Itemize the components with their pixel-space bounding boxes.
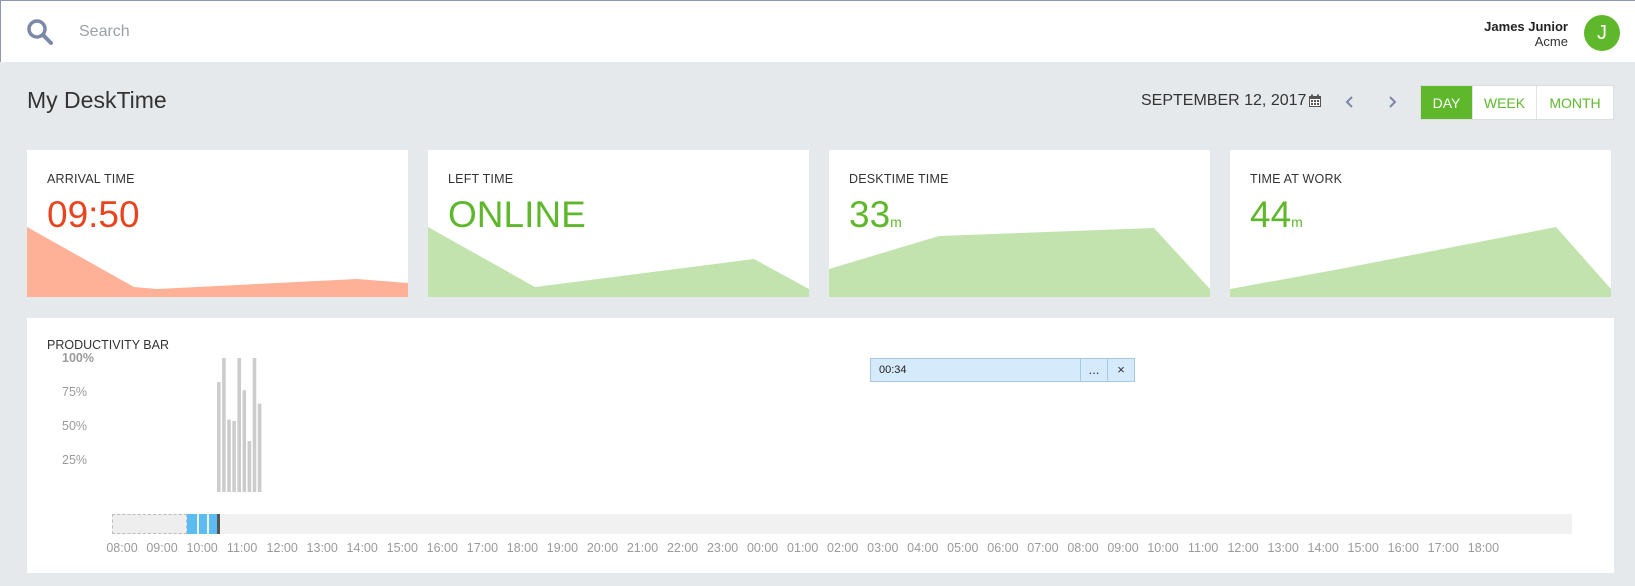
search-icon[interactable] bbox=[26, 18, 53, 45]
search-input[interactable] bbox=[79, 19, 379, 45]
productivity-bar[interactable] bbox=[257, 403, 262, 492]
x-tick-label: 04:00 bbox=[907, 541, 939, 555]
user-info[interactable]: James Junior Acme bbox=[1484, 19, 1568, 49]
x-tick-label: 08:00 bbox=[1067, 541, 1099, 555]
time-tooltip: 00:34 ... × bbox=[870, 358, 1135, 382]
productivity-bar[interactable] bbox=[232, 421, 236, 492]
x-tick-label: 21:00 bbox=[626, 541, 659, 555]
tab-month[interactable]: MONTH bbox=[1536, 86, 1613, 119]
productivity-bar[interactable] bbox=[222, 358, 226, 492]
x-tick-label: 18:00 bbox=[506, 541, 539, 555]
x-tick-label: 09:00 bbox=[1107, 541, 1139, 555]
x-tick-label: 03:00 bbox=[867, 541, 899, 555]
x-tick-label: 23:00 bbox=[706, 541, 739, 555]
card-label: TIME AT WORK bbox=[1250, 172, 1343, 186]
x-tick-label: 22:00 bbox=[666, 541, 699, 555]
page-title: My DeskTime bbox=[27, 87, 167, 113]
activity-segment[interactable] bbox=[187, 514, 197, 534]
x-tick-label: 15:00 bbox=[1347, 541, 1379, 555]
productivity-panel: PRODUCTIVITY BAR 100% 75% 50% 25% 08:00 0… bbox=[27, 318, 1614, 573]
x-tick-label: 16:00 bbox=[1387, 541, 1419, 555]
card-arrival-time: ARRIVAL TIME 09:50 bbox=[27, 150, 408, 297]
date-label[interactable]: SEPTEMBER 12, 2017 bbox=[1141, 92, 1306, 110]
time-at-work-sparkline bbox=[1230, 227, 1611, 297]
close-button[interactable]: × bbox=[1107, 359, 1134, 381]
productivity-bar[interactable] bbox=[217, 382, 221, 492]
activity-segment[interactable] bbox=[209, 514, 217, 534]
x-tick-label: 17:00 bbox=[1427, 541, 1459, 555]
productivity-bar[interactable] bbox=[247, 441, 252, 492]
chevron-right-icon[interactable] bbox=[1383, 92, 1401, 112]
tooltip-time: 00:34 bbox=[879, 364, 907, 376]
chevron-left-icon[interactable] bbox=[1341, 92, 1359, 112]
x-tick-label: 10:00 bbox=[1147, 541, 1179, 555]
x-tick-label: 10:00 bbox=[186, 541, 218, 555]
tab-week[interactable]: WEEK bbox=[1472, 86, 1536, 119]
card-left-time: LEFT TIME ONLINE bbox=[428, 150, 809, 297]
x-tick-label: 05:00 bbox=[947, 541, 979, 555]
x-tick-label: 13:00 bbox=[1267, 541, 1299, 555]
x-tick-label: 19:00 bbox=[546, 541, 579, 555]
x-tick-label: 13:00 bbox=[306, 541, 338, 555]
left-time-sparkline bbox=[428, 227, 809, 297]
desktime-sparkline bbox=[829, 228, 1210, 297]
x-tick-label: 16:00 bbox=[426, 541, 458, 555]
card-time-at-work: TIME AT WORK 44m bbox=[1230, 150, 1611, 297]
avatar[interactable]: J bbox=[1584, 15, 1620, 51]
card-label: LEFT TIME bbox=[448, 172, 514, 186]
idle-segment bbox=[112, 514, 187, 534]
x-tick-label: 12:00 bbox=[266, 541, 298, 555]
productivity-bar[interactable] bbox=[227, 419, 231, 492]
activity-segment[interactable] bbox=[199, 514, 207, 534]
card-label: DESKTIME TIME bbox=[849, 172, 949, 186]
x-tick-label: 12:00 bbox=[1227, 541, 1259, 555]
x-tick-label: 08:00 bbox=[106, 541, 138, 555]
view-switcher: DAY WEEK MONTH bbox=[1420, 85, 1614, 120]
productivity-timeline[interactable] bbox=[112, 514, 1572, 534]
x-tick-label: 17:00 bbox=[466, 541, 499, 555]
x-tick-label: 01:00 bbox=[787, 541, 819, 555]
x-tick-label: 09:00 bbox=[146, 541, 178, 555]
productivity-bar[interactable] bbox=[252, 358, 257, 492]
tab-day[interactable]: DAY bbox=[1421, 86, 1472, 119]
x-tick-label: 07:00 bbox=[1027, 541, 1059, 555]
x-tick-label: 18:00 bbox=[1467, 541, 1500, 555]
top-bar: James Junior Acme J bbox=[0, 0, 1635, 62]
productivity-bar[interactable] bbox=[237, 358, 241, 492]
calendar-icon[interactable] bbox=[1308, 94, 1322, 108]
x-tick-label: 15:00 bbox=[386, 541, 418, 555]
card-label: ARRIVAL TIME bbox=[47, 172, 135, 186]
user-name: James Junior bbox=[1484, 19, 1568, 34]
x-tick-label: 06:00 bbox=[987, 541, 1019, 555]
x-tick-label: 02:00 bbox=[827, 541, 859, 555]
user-company: Acme bbox=[1534, 34, 1568, 49]
x-tick-label: 20:00 bbox=[586, 541, 619, 555]
x-tick-label: 14:00 bbox=[346, 541, 378, 555]
time-cursor[interactable] bbox=[217, 514, 220, 534]
x-tick-label: 11:00 bbox=[1187, 541, 1219, 555]
card-desktime-time: DESKTIME TIME 33m bbox=[829, 150, 1210, 297]
x-tick-label: 00:00 bbox=[746, 541, 779, 555]
arrival-sparkline bbox=[27, 227, 408, 297]
x-tick-label: 14:00 bbox=[1307, 541, 1339, 555]
minimize-button[interactable]: ... bbox=[1080, 359, 1107, 381]
productivity-chart bbox=[217, 358, 262, 492]
x-tick-label: 11:00 bbox=[226, 541, 258, 555]
productivity-bar[interactable] bbox=[242, 390, 247, 492]
